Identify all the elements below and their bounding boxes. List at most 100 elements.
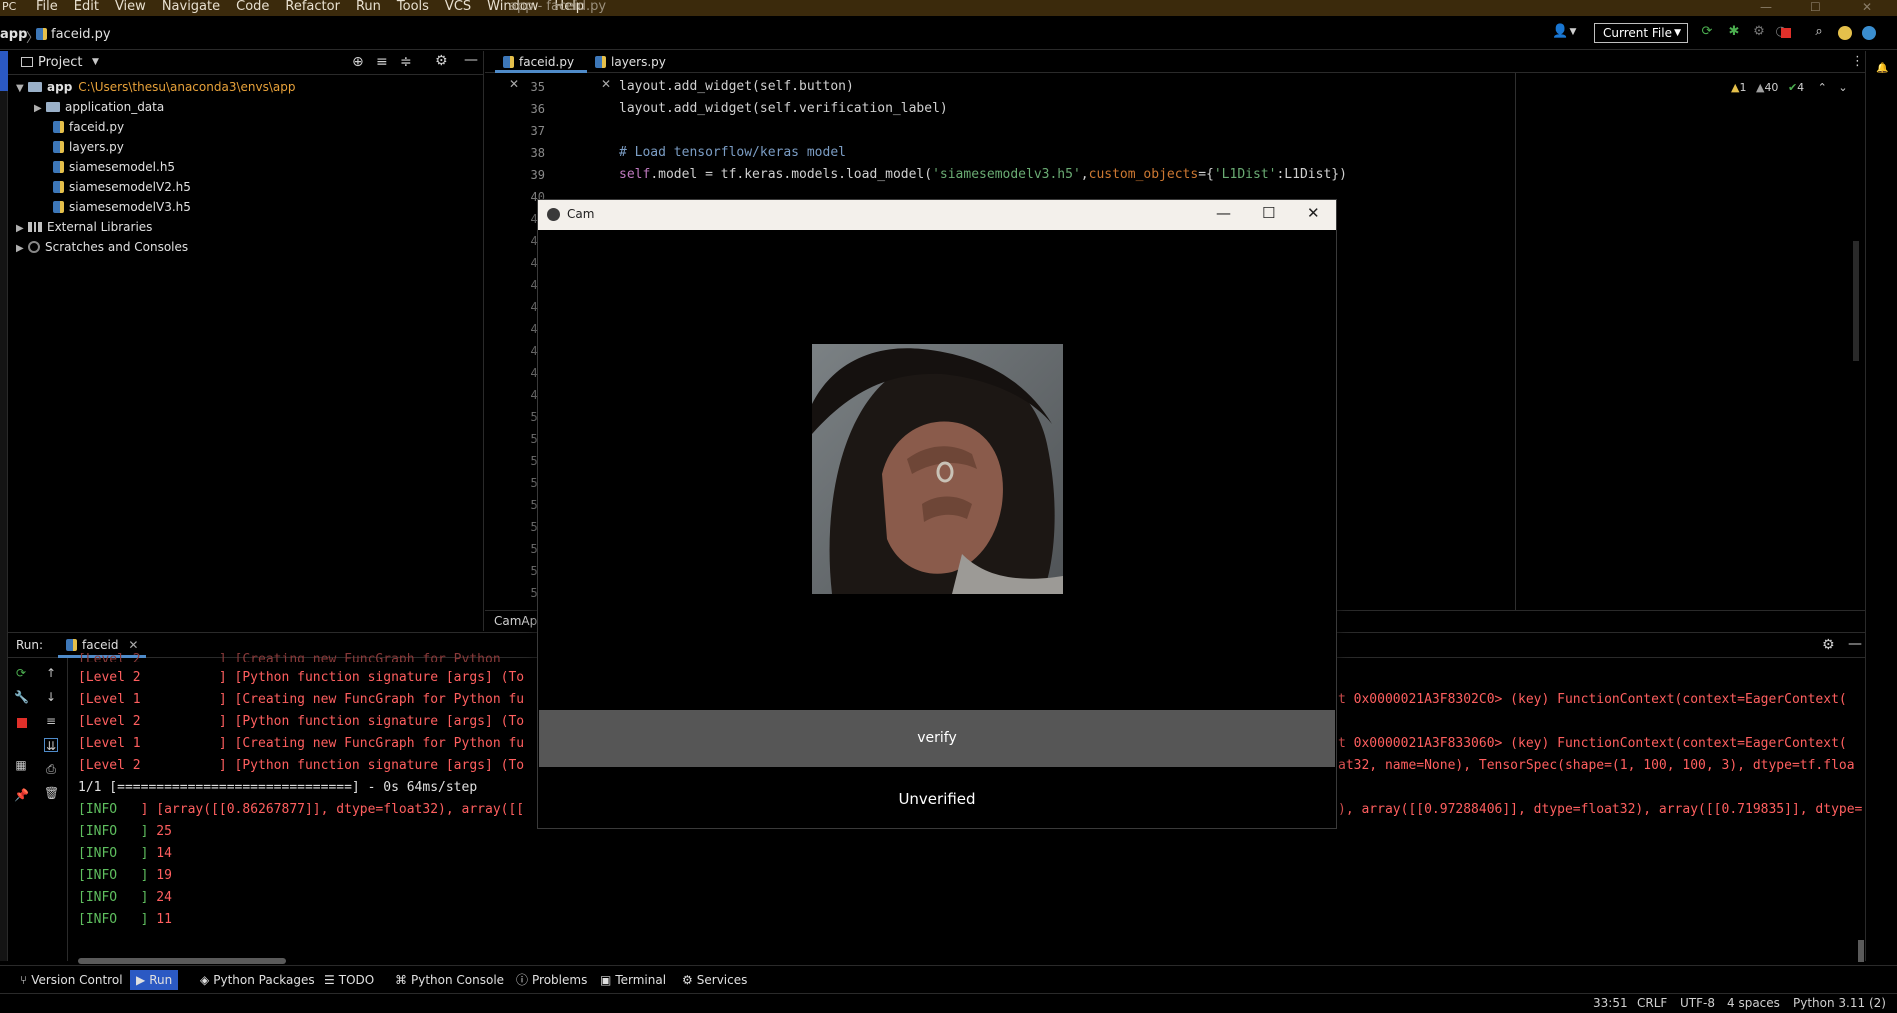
editor-scrollbar[interactable] <box>1853 241 1859 361</box>
inspection-widget[interactable]: ▲1 ▲40 ✔4 ⌃ ⌄ <box>1731 81 1848 94</box>
verify-button[interactable]: verify <box>539 710 1335 767</box>
gear-icon[interactable]: ⚙ <box>1822 637 1835 653</box>
menu-file[interactable]: File <box>28 0 66 16</box>
menu-vcs[interactable]: VCS <box>437 0 479 16</box>
tree-item-external-libraries[interactable]: ▶ External Libraries <box>16 217 152 237</box>
cursor-position[interactable]: 33:51 <box>1593 996 1628 1010</box>
hide-panel-icon[interactable]: — <box>464 52 478 68</box>
user-icon[interactable]: 👤 <box>1552 25 1568 39</box>
stop-button-icon[interactable] <box>1781 28 1791 38</box>
locate-file-icon[interactable]: ⊕ <box>352 54 364 70</box>
indent-setting[interactable]: 4 spaces <box>1727 996 1780 1010</box>
coverage-icon[interactable]: ⚙ <box>1752 25 1766 39</box>
breadcrumb-project[interactable]: app <box>0 27 27 42</box>
tree-item-scratches[interactable]: ▶ Scratches and Consoles <box>16 237 188 257</box>
debug-icon[interactable]: ✱ <box>1727 25 1741 39</box>
tree-item-root[interactable]: ▼ app C:\Users\thesu\anaconda3\envs\app <box>16 77 295 97</box>
tree-item-siamesemodelv3[interactable]: siamesemodelV3.h5 <box>53 197 191 217</box>
maximize-icon[interactable]: ☐ <box>1262 204 1275 222</box>
code-text: .model = tf.keras.models.load_model( <box>650 167 933 182</box>
file-encoding[interactable]: UTF-8 <box>1680 996 1715 1010</box>
project-panel-title[interactable]: Project <box>38 55 82 70</box>
log-info-tag: [INFO <box>78 846 141 861</box>
scratches-icon <box>28 241 40 253</box>
code-line-36[interactable]: layout.add_widget(self.verification_labe… <box>619 101 948 116</box>
chevron-down-icon[interactable]: ▼ <box>92 57 99 67</box>
menu-navigate[interactable]: Navigate <box>154 0 228 16</box>
close-tab-icon[interactable]: ✕ <box>601 77 611 91</box>
hide-panel-icon[interactable]: — <box>1848 636 1862 652</box>
layout-icon[interactable]: ▦ <box>14 758 28 772</box>
code-line-35[interactable]: layout.add_widget(self.button) <box>619 79 854 94</box>
console-horizontal-scrollbar[interactable] <box>78 958 286 964</box>
maximize-icon[interactable]: ☐ <box>1810 0 1821 14</box>
line-separator[interactable]: CRLF <box>1637 996 1667 1010</box>
tab-layers[interactable]: layers.py ✕ <box>587 51 677 91</box>
line-number: 53 <box>485 476 545 490</box>
ide-logo-icon[interactable] <box>1862 26 1876 40</box>
chevron-up-icon[interactable]: ⌃ <box>1818 81 1827 94</box>
chevron-down-icon[interactable]: ⌄ <box>1838 81 1847 94</box>
toolwindow-run[interactable]: ▶ Run <box>130 970 179 990</box>
gear-icon[interactable]: ⚙ <box>435 53 448 69</box>
soft-wrap-icon[interactable]: ≡ <box>44 714 58 728</box>
minimize-icon[interactable]: — <box>1760 0 1772 14</box>
cam-titlebar: Cam — ☐ ✕ <box>538 200 1336 230</box>
more-options-icon[interactable]: ⋮ <box>1851 54 1864 69</box>
toolwindow-terminal[interactable]: ▣ Terminal <box>594 970 672 990</box>
toolwindow-problems[interactable]: ⓘ Problems <box>510 970 593 990</box>
close-icon[interactable]: ✕ <box>1862 0 1872 14</box>
tree-item-siamesemodelv2[interactable]: siamesemodelV2.h5 <box>53 177 191 197</box>
notifications-icon[interactable]: 🔔 <box>1876 63 1888 74</box>
menu-run[interactable]: Run <box>348 0 389 16</box>
python-interpreter[interactable]: Python 3.11 (2) <box>1793 996 1886 1010</box>
stop-icon[interactable] <box>17 718 27 728</box>
trash-icon[interactable]: 🗑 <box>44 786 59 800</box>
toolwindow-todo[interactable]: ☰ TODO <box>318 970 380 990</box>
log-text: ] [array([[0.86267877]], dtype=float32),… <box>140 802 525 817</box>
breadcrumb-file[interactable]: faceid.py <box>51 27 111 42</box>
close-tab-icon[interactable]: ✕ <box>128 638 138 652</box>
rerun-icon[interactable]: ⟳ <box>14 666 28 680</box>
line-number: 54 <box>485 498 545 512</box>
up-arrow-icon[interactable]: ↑ <box>44 666 58 680</box>
search-icon[interactable]: ⌕ <box>1812 25 1826 39</box>
down-arrow-icon[interactable]: ↓ <box>44 690 58 704</box>
pin-icon[interactable]: 📌 <box>14 788 29 802</box>
console-vertical-scrollbar[interactable] <box>1858 940 1864 962</box>
toolwindow-python-console[interactable]: ⌘ Python Console <box>389 970 510 990</box>
print-icon[interactable]: ⎙ <box>44 762 58 776</box>
log-line: [Level 2 ] [Creating new FuncGraph for P… <box>78 652 501 662</box>
menu-refactor[interactable]: Refactor <box>277 0 348 16</box>
tree-item-application-data[interactable]: ▶ application_data <box>34 97 164 117</box>
tree-item-layers[interactable]: layers.py <box>53 137 124 157</box>
wrench-icon[interactable]: 🔧 <box>14 690 29 704</box>
menu-code[interactable]: Code <box>228 0 277 16</box>
code-line-38[interactable]: # Load tensorflow/keras model <box>619 145 846 160</box>
tab-faceid[interactable]: faceid.py ✕ <box>495 51 587 91</box>
code-line-39[interactable]: self.model = tf.keras.models.load_model(… <box>619 167 1347 182</box>
tree-item-siamesemodel[interactable]: siamesemodel.h5 <box>53 157 175 177</box>
python-file-icon <box>53 141 64 153</box>
tree-item-faceid[interactable]: faceid.py <box>53 117 124 137</box>
expand-all-icon[interactable]: ≡ <box>376 54 388 70</box>
run-tab-label: faceid <box>82 638 119 652</box>
collapse-all-icon[interactable]: ≑ <box>400 54 412 70</box>
line-number: 50 <box>485 410 545 424</box>
toolwindow-version-control[interactable]: ⑂ Version Control <box>14 970 129 990</box>
menu-edit[interactable]: Edit <box>66 0 107 16</box>
scroll-to-end-icon[interactable]: ⇊ <box>44 738 58 753</box>
toolwindow-python-packages[interactable]: ◈ Python Packages <box>194 970 321 990</box>
close-icon[interactable]: ✕ <box>1307 204 1320 222</box>
app-logo-icon: PC <box>2 0 17 13</box>
log-text: at32, name=None), TensorSpec(shape=(1, 1… <box>1338 758 1855 773</box>
minimize-icon[interactable]: — <box>1216 204 1231 222</box>
rerun-icon[interactable]: ⟳ <box>1700 25 1714 39</box>
project-tool-icon[interactable] <box>0 51 8 91</box>
menu-view[interactable]: View <box>107 0 154 16</box>
chevron-down-icon[interactable]: ▼ <box>1566 25 1580 39</box>
menu-tools[interactable]: Tools <box>389 0 437 16</box>
run-config-select[interactable]: Current File ▼ <box>1594 23 1688 43</box>
update-icon[interactable] <box>1838 26 1852 40</box>
toolwindow-services[interactable]: ⚙ Services <box>676 970 753 990</box>
